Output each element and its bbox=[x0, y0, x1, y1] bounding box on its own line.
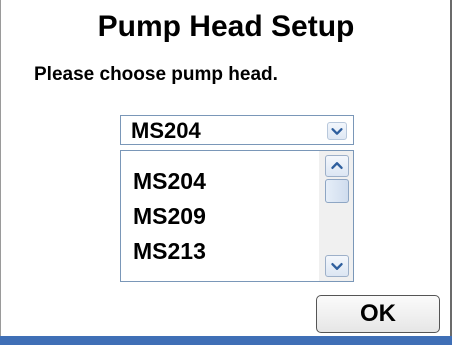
chevron-down-icon bbox=[331, 263, 343, 270]
bottom-accent-bar bbox=[0, 336, 452, 345]
instruction-text: Please choose pump head. bbox=[34, 64, 278, 85]
scroll-up-button[interactable] bbox=[325, 155, 349, 177]
pump-head-dropdown[interactable]: MS204 bbox=[120, 115, 354, 145]
scroll-down-button[interactable] bbox=[325, 255, 349, 277]
list-item[interactable]: MS209 bbox=[133, 202, 206, 230]
list-item[interactable]: MS204 bbox=[133, 167, 206, 195]
dropdown-arrow-button[interactable] bbox=[327, 122, 347, 140]
pump-head-setup-screen: Pump Head Setup Please choose pump head.… bbox=[0, 0, 452, 345]
list-item[interactable]: MS213 bbox=[133, 237, 206, 265]
pump-head-list[interactable]: MS204 MS209 MS213 bbox=[120, 150, 354, 282]
dropdown-selected-value: MS204 bbox=[131, 118, 201, 143]
page-title: Pump Head Setup bbox=[97, 10, 355, 43]
chevron-up-icon bbox=[331, 162, 343, 169]
frame-border-left bbox=[0, 0, 1, 345]
chevron-down-icon bbox=[331, 128, 343, 135]
list-scrollbar[interactable] bbox=[319, 151, 353, 281]
scroll-thumb[interactable] bbox=[325, 179, 349, 203]
ok-button[interactable]: OK bbox=[316, 295, 440, 333]
